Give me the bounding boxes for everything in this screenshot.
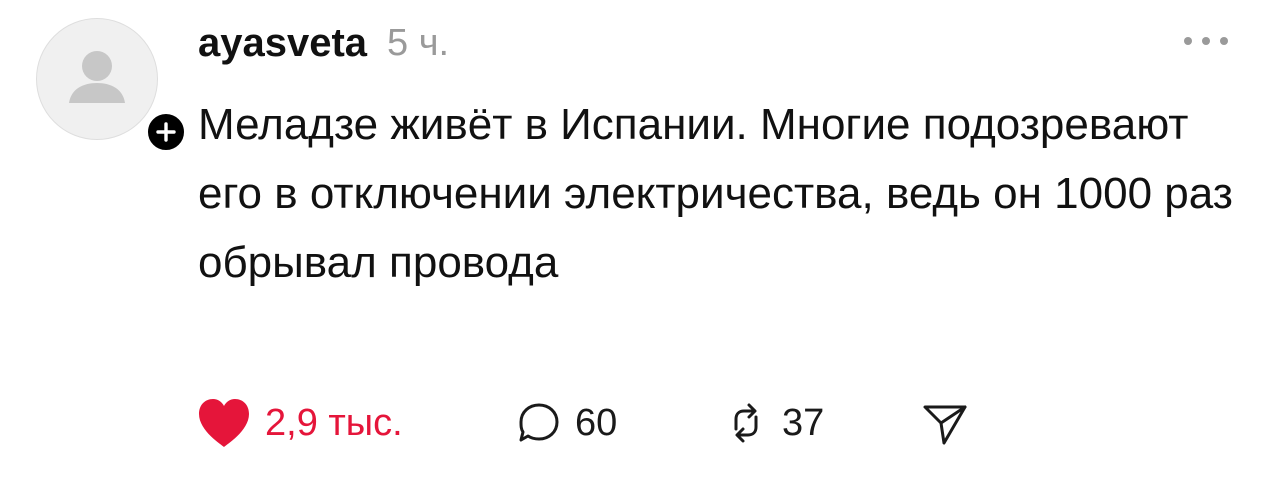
post-header: ayasveta 5 ч. [198,18,449,68]
comment-bubble-icon [519,403,559,442]
reply-button[interactable]: 60 [515,394,617,452]
avatar[interactable] [36,18,158,140]
send-icon [923,405,967,445]
username-link[interactable]: ayasveta [198,21,367,66]
repost-arrows-icon [734,403,758,443]
follow-button[interactable] [144,110,188,154]
like-button[interactable]: 2,9 тыс. [195,394,403,452]
share-button[interactable] [919,394,971,452]
default-user-icon [69,51,125,103]
thread-post: ayasveta 5 ч. Меладзе живёт в Испании. М… [0,0,1280,483]
avatar-container [36,18,188,154]
action-bar: 2,9 тыс. 60 37 [195,394,995,452]
repost-count: 37 [782,401,825,444]
repost-button[interactable]: 37 [722,394,824,452]
more-options-button[interactable] [1176,26,1236,56]
post-timestamp: 5 ч. [387,21,450,64]
like-count: 2,9 тыс. [265,401,403,444]
more-horizontal-icon [1184,37,1228,45]
plus-icon [156,122,176,142]
heart-icon [199,399,249,447]
post-text: Меладзе живёт в Испании. Многие подозрев… [198,100,1233,287]
reply-count: 60 [575,401,618,444]
